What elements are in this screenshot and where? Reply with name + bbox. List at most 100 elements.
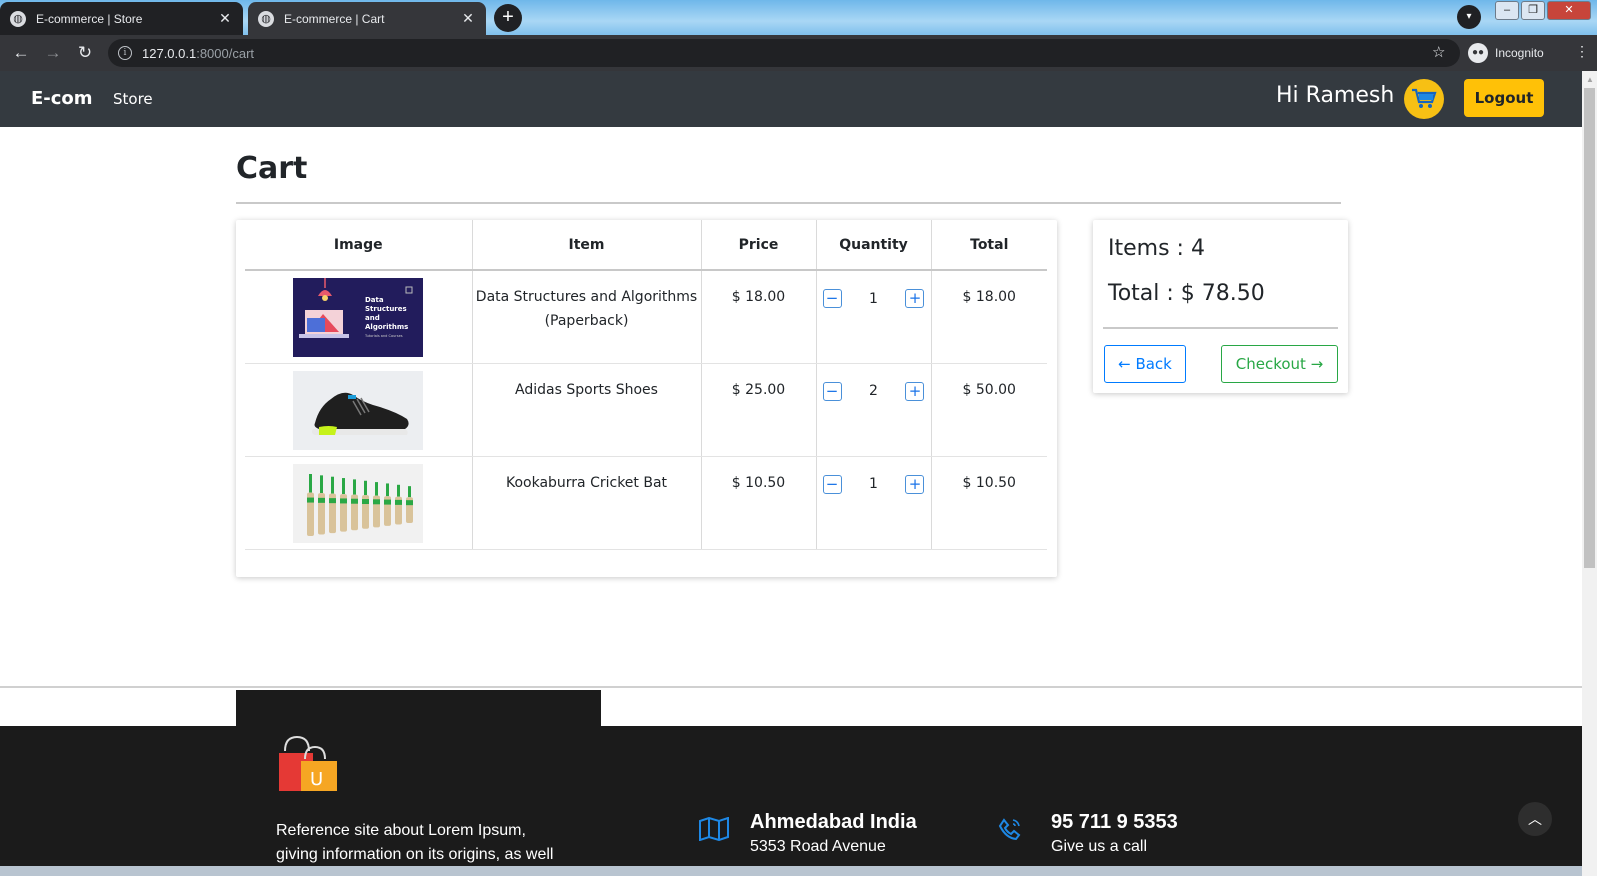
maximize-icon[interactable]: ❐ — [1521, 1, 1545, 20]
incognito-label: Incognito — [1495, 46, 1544, 60]
phone-icon — [998, 817, 1022, 846]
shopping-bag-logo-icon: U — [279, 735, 337, 796]
nav-store-link[interactable]: Store — [113, 90, 153, 108]
cricket-bats-image[interactable] — [293, 463, 424, 543]
bookmark-star-icon[interactable]: ☆ — [1432, 43, 1445, 61]
svg-text:Tutorials and Courses: Tutorials and Courses — [364, 334, 403, 338]
checkout-button[interactable]: Checkout → — [1221, 345, 1338, 383]
location-info: Ahmedabad India 5353 Road Avenue — [750, 811, 917, 856]
quantity-stepper: − 1 + — [817, 474, 931, 494]
window-controls: – ❐ ✕ — [1495, 1, 1593, 20]
image-cell — [245, 456, 472, 550]
total-cell: $ 50.00 — [930, 363, 1047, 457]
increase-quantity-button[interactable]: + — [905, 381, 925, 401]
footer-divider — [0, 686, 1582, 688]
logout-button[interactable]: Logout — [1464, 79, 1544, 117]
decrease-quantity-button[interactable]: − — [822, 381, 842, 401]
quantity-cell: − 1 + — [815, 270, 931, 364]
svg-text:Algorithms: Algorithms — [365, 323, 408, 331]
shoe-image[interactable] — [293, 370, 424, 450]
order-total: Total : $ 78.50 — [1108, 281, 1265, 306]
book-cover-image[interactable]: Data Structures and Algorithms Tutorials… — [293, 278, 424, 357]
tab-title: E-commerce | Cart — [284, 11, 385, 26]
page-viewport: E-com Store Hi Ramesh Logout Cart Image … — [0, 71, 1582, 876]
forward-arrow-icon[interactable]: → — [41, 41, 65, 65]
tab-search-icon[interactable]: ▾ — [1457, 5, 1481, 29]
footer-about-text: Reference site about Lorem Ipsum, — [276, 822, 526, 839]
image-cell — [245, 363, 472, 457]
increase-quantity-button[interactable]: + — [905, 289, 925, 308]
location-title: Ahmedabad India — [750, 811, 917, 833]
info-icon[interactable]: i — [118, 46, 132, 60]
tab-store[interactable]: ◍ E-commerce | Store ✕ — [0, 2, 243, 35]
cart-icon[interactable] — [1404, 79, 1444, 119]
svg-text:Data: Data — [365, 296, 384, 304]
taskbar-edge — [0, 866, 1582, 876]
close-icon[interactable]: ✕ — [460, 10, 476, 27]
phone-info: 95 711 9 5353 Give us a call — [1051, 811, 1178, 856]
user-greeting: Hi Ramesh — [1276, 83, 1395, 108]
footer-about-text-2: giving information on its origins, as we… — [276, 846, 554, 863]
increase-quantity-button[interactable]: + — [905, 474, 925, 494]
footer-about-box: U Reference site about Lorem Ipsum, givi… — [236, 690, 601, 876]
price-cell: $ 18.00 — [700, 270, 816, 364]
item-name-cell: Kookaburra Cricket Bat — [471, 456, 701, 550]
title-divider — [236, 202, 1341, 204]
decrease-quantity-button[interactable]: − — [822, 289, 842, 308]
quantity-value: 2 — [869, 383, 878, 399]
browser-toolbar: ← → ↻ i 127.0.0.1:8000/cart ☆ ●● Incogni… — [0, 35, 1597, 71]
back-button[interactable]: ← Back — [1104, 345, 1186, 383]
quantity-stepper: − 2 + — [817, 381, 931, 401]
image-cell: Data Structures and Algorithms Tutorials… — [245, 270, 472, 364]
location-address: 5353 Road Avenue — [750, 838, 886, 855]
page-scrollbar[interactable]: ▲ — [1582, 71, 1597, 876]
phone-number: 95 711 9 5353 — [1051, 811, 1178, 833]
globe-icon: ◍ — [258, 10, 274, 27]
quantity-value: 1 — [869, 290, 878, 307]
summary-divider — [1103, 327, 1338, 329]
table-header-row: Image Item Price Quantity Total — [245, 220, 1047, 271]
price-cell: $ 25.00 — [700, 363, 816, 457]
column-header-quantity: Quantity — [815, 220, 931, 271]
back-arrow-icon[interactable]: ← — [9, 41, 33, 65]
tab-cart[interactable]: ◍ E-commerce | Cart ✕ — [248, 2, 486, 35]
kebab-menu-icon[interactable]: ⋮ — [1575, 43, 1589, 60]
total-cell: $ 10.50 — [930, 456, 1047, 550]
table-row: Data Structures and Algorithms Tutorials… — [245, 270, 1047, 364]
page-title: Cart — [236, 151, 308, 186]
browser-tabstrip: ◍ E-commerce | Store ✕ ◍ E-commerce | Ca… — [0, 0, 1597, 35]
incognito-indicator[interactable]: ●● Incognito — [1468, 40, 1544, 66]
url-text: 127.0.0.1:8000/cart — [142, 45, 255, 61]
column-header-image: Image — [245, 220, 472, 271]
site-navbar: E-com Store Hi Ramesh Logout — [0, 71, 1582, 127]
brand-link[interactable]: E-com — [31, 88, 93, 109]
reload-icon[interactable]: ↻ — [73, 41, 97, 65]
column-header-price: Price — [700, 220, 816, 271]
quantity-cell: − 1 + — [815, 456, 931, 550]
map-icon — [699, 816, 729, 846]
column-header-total: Total — [930, 220, 1047, 271]
item-name-cell: Adidas Sports Shoes — [471, 363, 701, 457]
decrease-quantity-button[interactable]: − — [822, 474, 842, 494]
tab-title: E-commerce | Store — [36, 11, 143, 26]
close-icon[interactable]: ✕ — [217, 10, 233, 27]
table-row: Kookaburra Cricket Bat $ 10.50 − 1 + $ 1… — [245, 456, 1047, 550]
total-cell: $ 18.00 — [930, 270, 1047, 364]
order-summary-card: Items : 4 Total : $ 78.50 ← Back Checkou… — [1093, 220, 1348, 393]
quantity-value: 1 — [869, 476, 878, 492]
items-count: Items : 4 — [1108, 236, 1205, 261]
scroll-up-arrow-icon[interactable]: ▲ — [1586, 75, 1594, 84]
minimize-icon[interactable]: – — [1495, 1, 1519, 20]
phone-subtitle: Give us a call — [1051, 838, 1148, 855]
cart-table: Image Item Price Quantity Total Data Str… — [245, 220, 1047, 550]
svg-text:Structures: Structures — [365, 305, 407, 313]
quantity-cell: − 2 + — [815, 363, 931, 457]
address-bar[interactable]: i 127.0.0.1:8000/cart — [108, 39, 1460, 67]
svg-text:and: and — [365, 314, 380, 322]
item-name-cell: Data Structures and Algorithms (Paperbac… — [471, 270, 701, 364]
scroll-to-top-button[interactable]: ︿ — [1518, 802, 1552, 836]
scrollbar-thumb[interactable] — [1584, 88, 1595, 568]
window-close-icon[interactable]: ✕ — [1547, 1, 1591, 20]
new-tab-button[interactable]: + — [494, 4, 522, 32]
quantity-stepper: − 1 + — [817, 289, 931, 308]
